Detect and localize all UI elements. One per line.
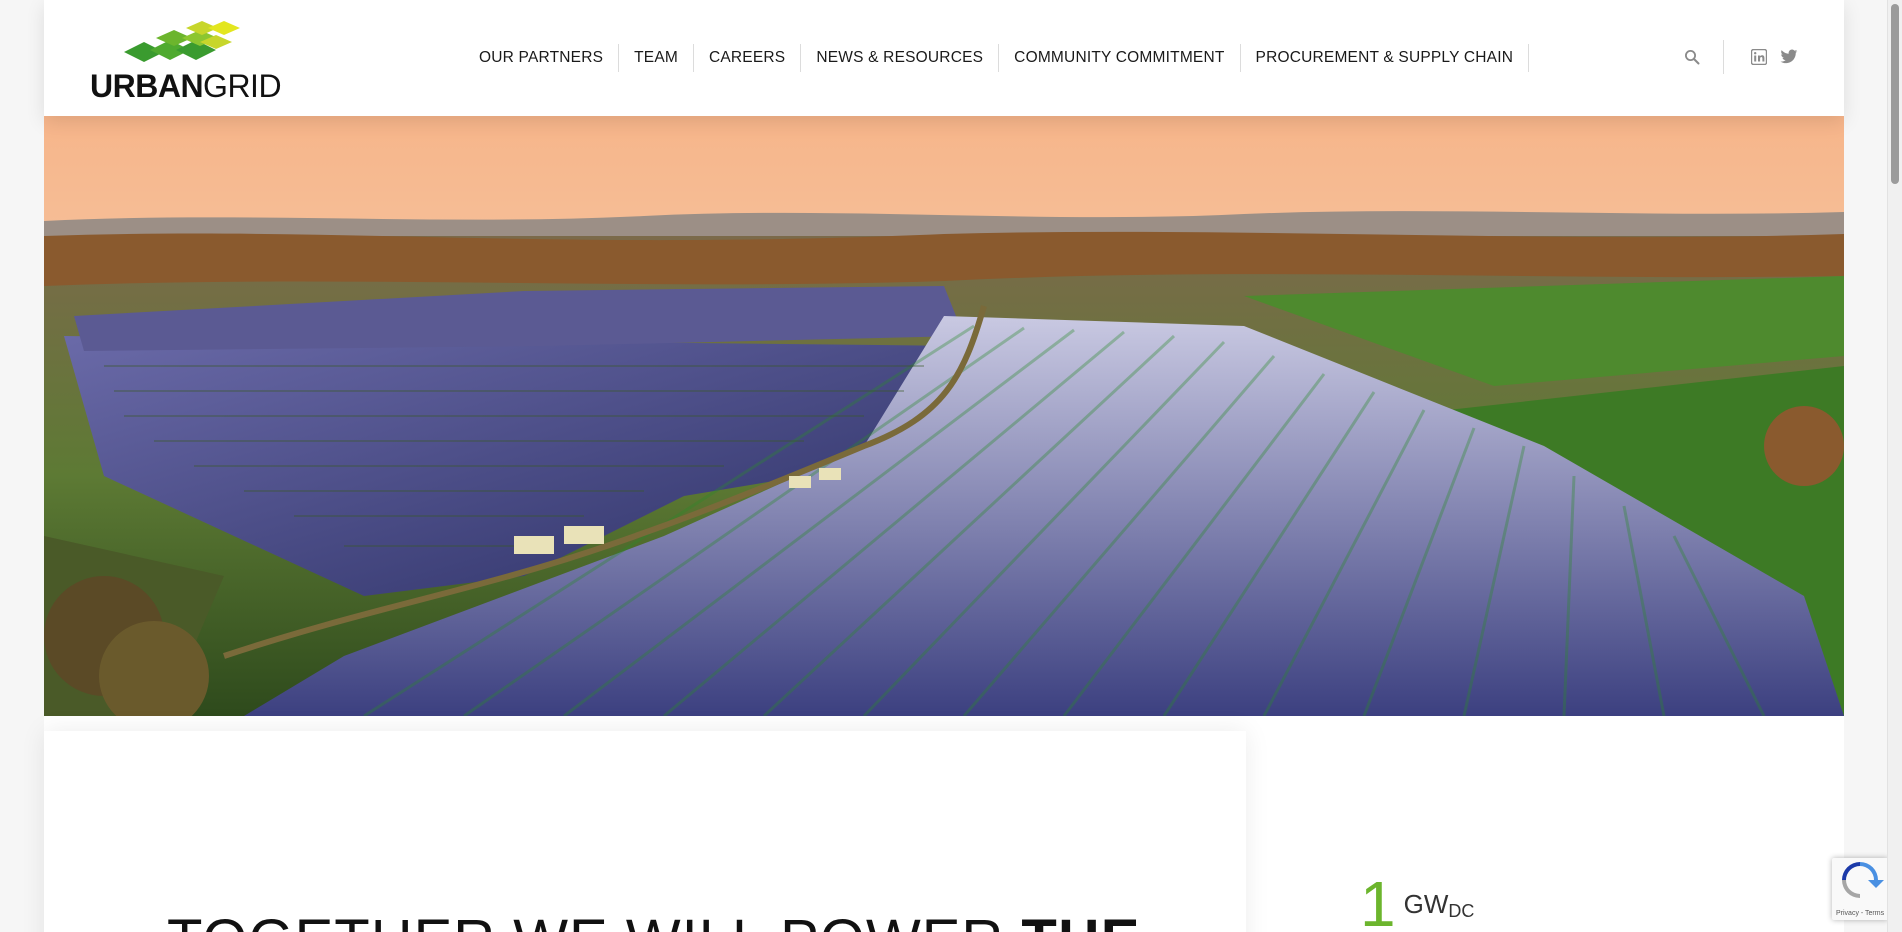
nav-team[interactable]: TEAM [619, 44, 694, 72]
site-header: URBANGRID OUR PARTNERS TEAM CAREERS NEWS… [44, 0, 1844, 116]
headline-light: TOGETHER WE WILL POWER [167, 908, 1021, 932]
urban-grid-logo-mark [124, 21, 240, 62]
site-container: URBANGRID OUR PARTNERS TEAM CAREERS NEWS… [44, 0, 1844, 932]
twitter-link[interactable] [1774, 42, 1804, 72]
main-nav: OUR PARTNERS TEAM CAREERS NEWS & RESOURC… [464, 44, 1530, 72]
recaptcha-links[interactable]: Privacy - Terms [1836, 910, 1884, 917]
nav-news-resources[interactable]: NEWS & RESOURCES [801, 44, 1000, 72]
nav-careers[interactable]: CAREERS [694, 44, 802, 72]
search-button[interactable] [1675, 40, 1709, 74]
recaptcha-badge[interactable]: Privacy - Terms [1832, 858, 1888, 920]
nav-procurement-supply-chain[interactable]: PROCUREMENT & SUPPLY CHAIN [1241, 44, 1530, 72]
nav-our-partners[interactable]: OUR PARTNERS [464, 44, 620, 72]
intro-card [44, 731, 1246, 932]
nav-community-commitment[interactable]: COMMUNITY COMMITMENT [999, 44, 1241, 72]
solar-farm-image [44, 116, 1844, 716]
header-utilities [1675, 40, 1804, 74]
logo-text-light: GRID [203, 68, 282, 104]
stat-number: 1 [1360, 868, 1396, 932]
search-icon [1685, 50, 1700, 65]
logo-wordmark: URBANGRID [90, 68, 282, 104]
stat-unit: GWDC [1404, 889, 1475, 922]
recaptcha-icon [1842, 862, 1884, 898]
capacity-stat: 1 GWDC [1360, 872, 1474, 932]
twitter-icon [1780, 49, 1798, 64]
stat-unit-text: GW [1403, 889, 1449, 919]
page: URBANGRID OUR PARTNERS TEAM CAREERS NEWS… [0, 0, 1902, 932]
scrollbar-thumb[interactable] [1891, 4, 1899, 184]
logo-text-bold: URBAN [90, 68, 204, 104]
linkedin-icon [1751, 49, 1767, 65]
page-scrollbar[interactable] [1887, 0, 1902, 932]
hero-image [44, 116, 1844, 716]
header-divider [1723, 40, 1724, 74]
linkedin-link[interactable] [1744, 42, 1774, 72]
stat-unit-sub: DC [1448, 901, 1475, 921]
site-logo[interactable]: URBANGRID [90, 18, 282, 102]
headline-strong: THE [1021, 908, 1140, 932]
page-headline: TOGETHER WE WILL POWER THE [167, 908, 1140, 932]
